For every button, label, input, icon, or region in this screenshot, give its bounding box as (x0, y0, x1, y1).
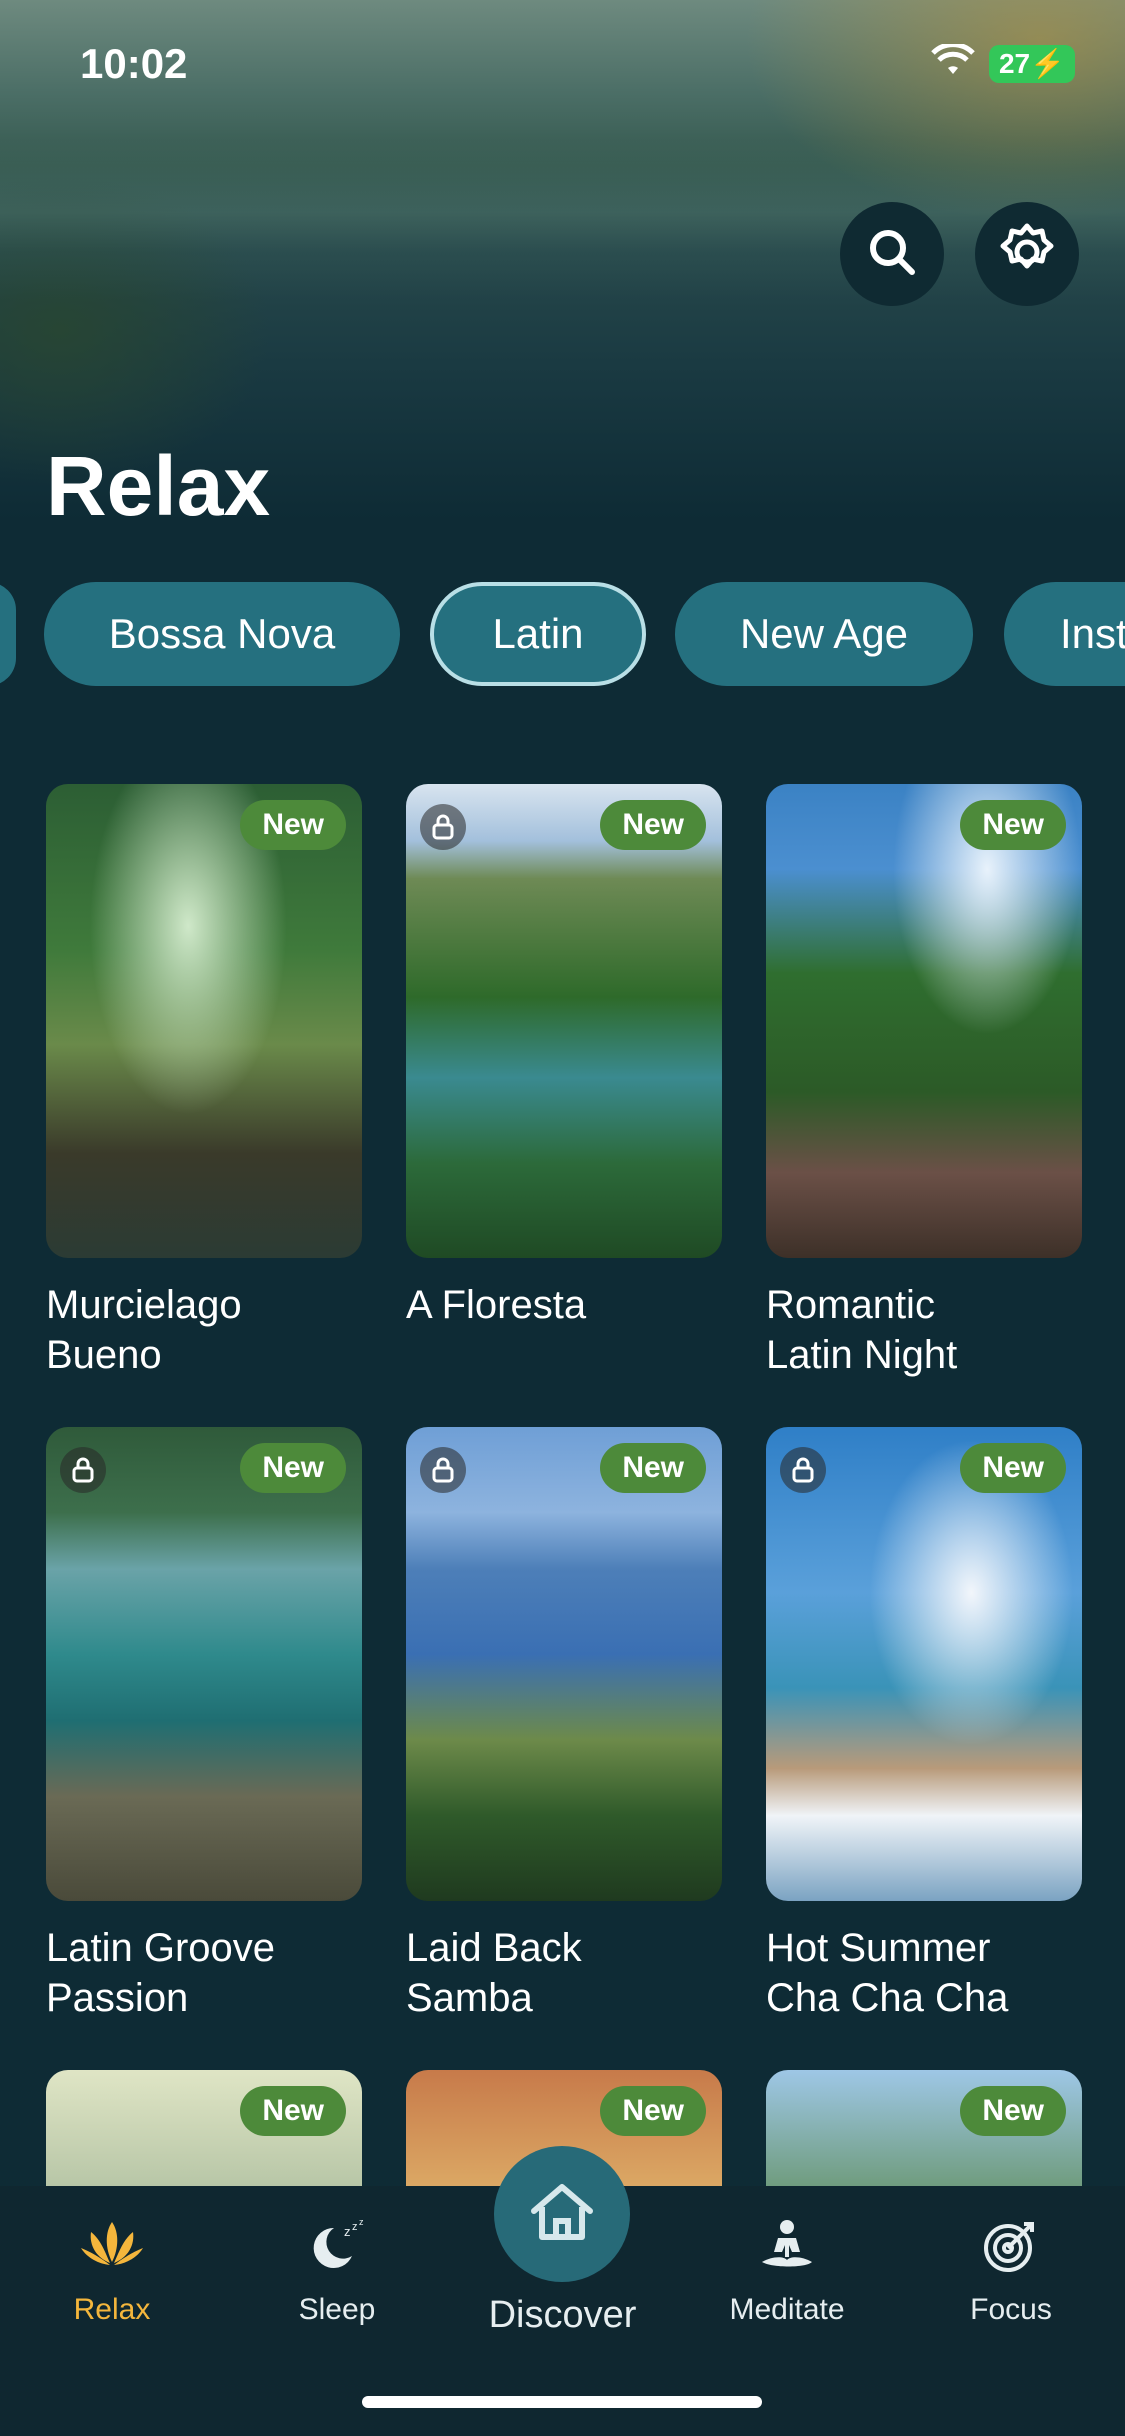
track-title: Laid Back Samba (406, 1926, 582, 2020)
track-thumbnail: New (406, 784, 722, 1258)
wifi-icon (931, 42, 975, 83)
status-indicators: 27⚡ (931, 42, 1075, 83)
home-icon (526, 2179, 598, 2250)
track-card[interactable]: New Romantic Latin Night (766, 784, 1082, 1380)
category-chip-latin[interactable]: Latin (430, 582, 646, 686)
track-card[interactable]: New Hot Summer Cha Cha Cha (766, 1427, 1082, 2023)
new-badge: New (960, 1443, 1066, 1493)
category-chip-previous[interactable] (0, 582, 16, 686)
nav-item-focus[interactable]: Focus (931, 2218, 1091, 2327)
lock-icon (420, 1447, 466, 1493)
nav-item-meditate[interactable]: Meditate (707, 2218, 867, 2327)
status-time: 10:02 (80, 40, 188, 87)
settings-button[interactable] (975, 202, 1079, 306)
lock-icon (60, 1447, 106, 1493)
track-thumbnail: New (766, 784, 1082, 1258)
charging-icon: ⚡ (1030, 47, 1065, 79)
lotus-icon (79, 2218, 145, 2279)
track-thumbnail: New (766, 1427, 1082, 1901)
meditate-icon (754, 2218, 820, 2279)
moon-icon: zzz (304, 2217, 370, 2279)
svg-text:z: z (359, 2218, 364, 2227)
nav-label-meditate: Meditate (729, 2293, 845, 2326)
new-badge: New (240, 800, 346, 850)
search-button[interactable] (840, 202, 944, 306)
page-title: Relax (46, 439, 271, 533)
track-title: Hot Summer Cha Cha Cha (766, 1926, 1009, 2020)
category-chip-new-age[interactable]: New Age (675, 582, 973, 686)
track-grid: New Murcielago Bueno New A Floresta New … (0, 780, 1125, 2186)
battery-level: 27 (998, 47, 1031, 79)
track-thumbnail: New (766, 2070, 1082, 2186)
track-thumbnail: New (46, 2070, 362, 2186)
new-badge: New (600, 800, 706, 850)
track-thumbnail: New (46, 1427, 362, 1901)
track-card[interactable]: New (46, 2070, 362, 2186)
discover-button[interactable] (494, 2146, 630, 2282)
battery-icon: 27⚡ (988, 44, 1075, 83)
nav-label-focus: Focus (970, 2293, 1052, 2326)
lock-icon (420, 804, 466, 850)
new-badge: New (240, 2086, 346, 2136)
new-badge: New (600, 1443, 706, 1493)
track-card[interactable]: New (766, 2070, 1082, 2186)
new-badge: New (960, 2086, 1066, 2136)
category-chip-bossa-nova[interactable]: Bossa Nova (44, 582, 400, 686)
new-badge: New (240, 1443, 346, 1493)
track-card[interactable]: New Latin Groove Passion (46, 1427, 362, 2023)
track-card[interactable]: New Murcielago Bueno (46, 784, 362, 1380)
category-chip-inst[interactable]: Inst (1004, 582, 1125, 686)
svg-text:z: z (344, 2224, 351, 2239)
track-title: Romantic Latin Night (766, 1283, 958, 1377)
track-card[interactable]: New Laid Back Samba (406, 1427, 722, 2023)
search-icon (866, 226, 918, 283)
track-title: Murcielago Bueno (46, 1283, 242, 1377)
track-title: A Floresta (406, 1283, 587, 1327)
new-badge: New (960, 800, 1066, 850)
target-icon (978, 2218, 1044, 2279)
home-indicator[interactable] (362, 2396, 762, 2408)
track-card[interactable]: New A Floresta (406, 784, 722, 1330)
category-chips: Bossa Nova Latin New Age Inst (0, 582, 1125, 686)
gear-icon (996, 221, 1058, 288)
lock-icon (780, 1447, 826, 1493)
new-badge: New (600, 2086, 706, 2136)
track-thumbnail: New (46, 784, 362, 1258)
svg-text:z: z (352, 2221, 358, 2233)
track-thumbnail: New (406, 1427, 722, 1901)
track-title: Latin Groove Passion (46, 1926, 276, 2020)
